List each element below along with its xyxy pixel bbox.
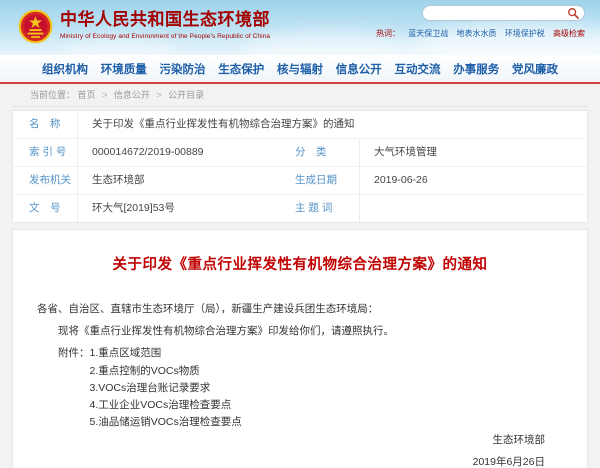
meta-index-label: 索 引 号 [13, 138, 77, 166]
breadcrumb-separator: > [102, 90, 107, 100]
nav-item-env-quality[interactable]: 环境质量 [101, 61, 147, 77]
document-title: 关于印发《重点行业挥发性有机物综合治理方案》的通知 [13, 253, 587, 274]
search-button[interactable] [567, 7, 579, 19]
meta-subject-label: 主 题 词 [279, 194, 359, 222]
breadcrumb-link-catalog[interactable]: 公开目录 [168, 90, 204, 100]
document-body: 各省、自治区、直辖市生态环境厅（局），新疆生产建设兵团生态环境局： 现将《重点行… [37, 301, 563, 429]
search-box[interactable] [422, 5, 585, 21]
meta-name-value: 关于印发《重点行业挥发性有机物综合治理方案》的通知 [77, 111, 587, 138]
meta-date-value: 2019-06-26 [359, 166, 587, 194]
nav-item-interaction[interactable]: 互动交流 [395, 61, 441, 77]
nav-item-organization[interactable]: 组织机构 [42, 61, 88, 77]
advanced-search-link[interactable]: 高级检索 [553, 29, 585, 38]
nav-item-pollution-control[interactable]: 污染防治 [160, 61, 206, 77]
nav-item-info-disclosure[interactable]: 信息公开 [336, 61, 382, 77]
attachment-item-2: 2.重点控制的VOCs物质 [37, 365, 563, 378]
meta-agency-label: 发布机关 [13, 166, 77, 194]
meta-docnum-value: 环大气[2019]53号 [77, 194, 279, 222]
document-paragraph: 现将《重点行业挥发性有机物综合治理方案》印发给你们，请遵照执行。 [37, 323, 563, 339]
meta-category-label: 分 类 [279, 138, 359, 166]
meta-index-value: 000014672/2019-00889 [77, 138, 279, 166]
national-emblem-icon [18, 9, 53, 44]
meta-name-label: 名 称 [13, 111, 77, 138]
signature-block: 生态环境部 2019年6月26日 [55, 432, 545, 468]
nav-item-eco-protection[interactable]: 生态保护 [218, 61, 264, 77]
meta-category-value: 大气环境管理 [359, 138, 587, 166]
nav-item-nuclear-radiation[interactable]: 核与辐射 [277, 61, 323, 77]
breadcrumb: 当前位置： 首页 > 信息公开 > 公开目录 [0, 84, 600, 106]
breadcrumb-link-home[interactable]: 首页 [78, 90, 96, 100]
hot-words-bar: 热词： 蓝天保卫战 地表水水质 环境保护税 高级检索 [376, 28, 585, 39]
attachment-item-1: 1.重点区域范围 [90, 347, 162, 359]
document-date: 2019年6月26日 [55, 454, 545, 468]
hot-link-blue-sky[interactable]: 蓝天保卫战 [408, 29, 448, 38]
hot-words-label: 热词： [376, 29, 400, 38]
search-icon [567, 7, 579, 19]
breadcrumb-label: 当前位置： [30, 90, 75, 100]
cloud-decoration [60, 38, 180, 55]
nav-item-party-conduct[interactable]: 党风廉政 [512, 61, 558, 77]
meta-subject-value [359, 194, 587, 222]
document-signer: 生态环境部 [55, 432, 545, 447]
meta-date-label: 生成日期 [279, 166, 359, 194]
breadcrumb-link-info-disclosure[interactable]: 信息公开 [114, 90, 150, 100]
search-input[interactable] [431, 8, 567, 18]
attachment-label: 附件： [58, 347, 90, 359]
attachment-item-3: 3.VOCs治理台账记录要求 [37, 382, 563, 395]
document-salutation: 各省、自治区、直辖市生态环境厅（局），新疆生产建设兵团生态环境局： [37, 301, 563, 317]
meta-docnum-label: 文 号 [13, 194, 77, 222]
attachment-item-4: 4.工业企业VOCs治理检查要点 [37, 399, 563, 412]
nav-item-services[interactable]: 办事服务 [453, 61, 499, 77]
document-content-card: 关于印发《重点行业挥发性有机物综合治理方案》的通知 各省、自治区、直辖市生态环境… [12, 229, 588, 468]
site-banner: 中华人民共和国生态环境部 Ministry of Ecology and Env… [0, 0, 600, 55]
divider [12, 106, 588, 107]
site-title: 中华人民共和国生态环境部 [60, 9, 270, 31]
hot-link-env-tax[interactable]: 环境保护税 [505, 29, 545, 38]
attachment-item-5: 5.油品储运销VOCs治理检查要点 [37, 416, 563, 429]
document-meta-table: 名 称 关于印发《重点行业挥发性有机物综合治理方案》的通知 索 引 号 0000… [12, 110, 588, 223]
attachment-line-1: 附件：1.重点区域范围 [37, 345, 563, 361]
hot-link-surface-water[interactable]: 地表水水质 [457, 29, 497, 38]
main-nav: 组织机构 环境质量 污染防治 生态保护 核与辐射 信息公开 互动交流 办事服务 … [0, 55, 600, 84]
breadcrumb-separator: > [156, 90, 161, 100]
site-subtitle: Ministry of Ecology and Environment of t… [60, 33, 270, 40]
meta-agency-value: 生态环境部 [77, 166, 279, 194]
